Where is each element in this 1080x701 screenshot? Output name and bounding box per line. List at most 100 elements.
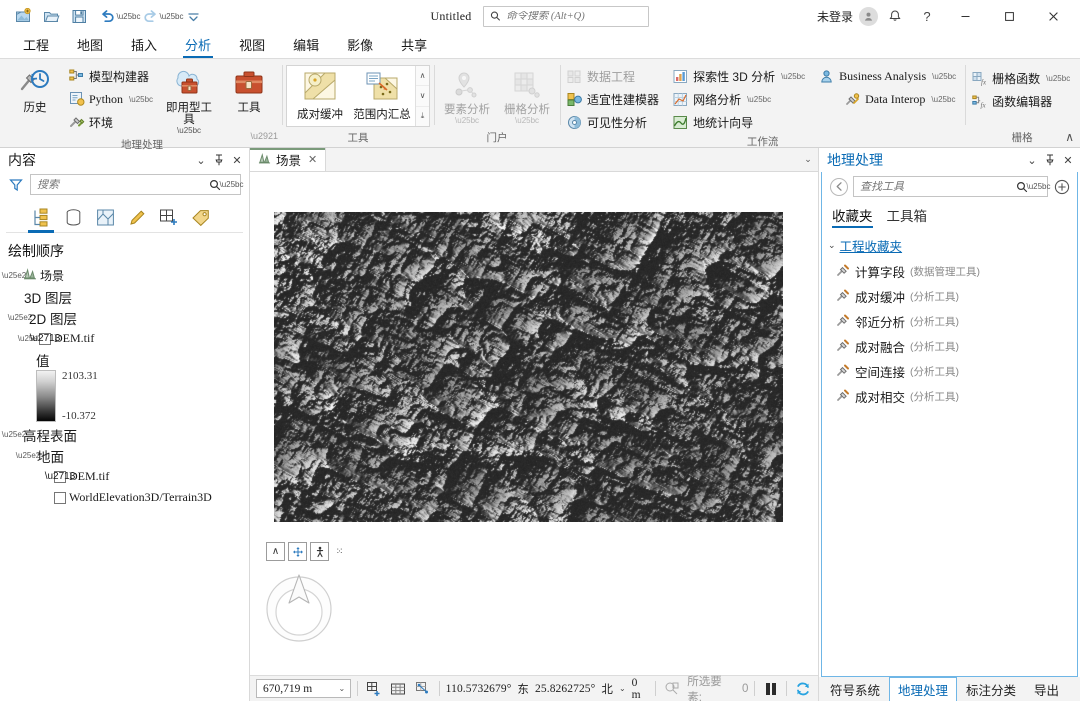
ribbon-tab-edit[interactable]: 编辑 (280, 33, 332, 58)
visibility-analysis-button[interactable]: 可见性分析 (564, 111, 664, 133)
summarize-within-button[interactable]: 范围内汇总 (351, 68, 413, 125)
view-tab-close-icon[interactable]: ✕ (308, 153, 317, 166)
close-button[interactable] (1032, 1, 1074, 31)
tools-button[interactable]: 工具 (220, 63, 278, 116)
feature-analysis-caret-icon[interactable]: \u25bc (455, 117, 479, 125)
navigator-compass[interactable] (262, 570, 336, 644)
contents-search-caret-icon[interactable]: \u25bc (219, 180, 243, 189)
notifications-icon[interactable] (880, 3, 910, 29)
gallery-expand-icon[interactable]: ⤓ (416, 105, 430, 126)
measure-icon[interactable] (414, 679, 433, 698)
contents-tab-labeling[interactable] (186, 205, 216, 232)
map-nav-more-icon[interactable]: ⁙ (332, 542, 346, 561)
map-nav-pan-button[interactable] (288, 542, 307, 561)
tool-item-pairwise-buffer[interactable]: 成对缓冲 (分析工具) (822, 284, 1077, 309)
geoprocessing-pane-close-icon[interactable]: ✕ (1060, 151, 1076, 169)
map-view[interactable]: ∧ ⁙ (250, 172, 818, 675)
geoprocessing-pane-pin-icon[interactable] (1042, 151, 1058, 169)
environments-button[interactable]: 环境 (66, 111, 158, 133)
tool-item-pairwise-intersect[interactable]: 成对相交 (分析工具) (822, 384, 1077, 409)
ready-to-use-tools-button[interactable]: 即用型工具 \u25bc (160, 63, 218, 136)
select-features-icon[interactable] (364, 679, 383, 698)
pause-drawing-button[interactable] (761, 679, 780, 698)
map-scale-caret-icon[interactable]: ⌄ (339, 684, 349, 693)
tree-item-2d-layers[interactable]: \u25e2 2D 图层 (6, 307, 249, 328)
save-project-icon[interactable] (66, 4, 92, 28)
geoprocessing-search-caret-icon[interactable]: \u25bc (1026, 182, 1050, 191)
python-caret-icon[interactable]: \u25bc (129, 95, 153, 104)
exploratory-3d-analysis-caret-icon[interactable]: \u25bc (781, 72, 805, 81)
expand-arrow-icon[interactable]: \u25e2 (16, 451, 40, 460)
raster-functions-caret-icon[interactable]: \u25bc (1046, 74, 1070, 83)
ribbon-tab-map[interactable]: 地图 (64, 33, 116, 58)
network-analysis-caret-icon[interactable]: \u25bc (747, 95, 771, 104)
minimize-button[interactable] (944, 1, 986, 31)
coordinate-format-caret-icon[interactable]: ⌄ (619, 684, 626, 693)
view-tab-scene[interactable]: 场景 ✕ (250, 148, 327, 171)
map-nav-walk-button[interactable] (310, 542, 329, 561)
layer-visibility-checkbox[interactable]: \u2713 (45, 470, 75, 483)
geostatistical-wizard-button[interactable]: 地统计向导 (670, 111, 810, 133)
tool-item-spatial-join[interactable]: 空间连接 (分析工具) (822, 359, 1077, 384)
ready-to-use-tools-caret-icon[interactable]: \u25bc (177, 127, 201, 135)
gallery-scrollbar[interactable]: ∧ ∨ ⤓ (415, 66, 430, 126)
pairwise-buffer-button[interactable]: 成对缓冲 (289, 68, 351, 125)
ribbon-tab-view[interactable]: 视图 (226, 33, 278, 58)
gp-tab-toolboxes[interactable]: 工具箱 (887, 205, 928, 228)
grid-icon[interactable] (389, 679, 408, 698)
geoprocessing-search-input[interactable] (860, 180, 1012, 193)
new-project-icon[interactable] (10, 4, 36, 28)
business-analysis-caret-icon[interactable]: \u25bc (932, 72, 956, 81)
ribbon-tab-imagery[interactable]: 影像 (334, 33, 386, 58)
command-search-input[interactable] (506, 10, 643, 22)
python-button[interactable]: Python \u25bc (66, 88, 158, 110)
add-toolbox-icon[interactable] (1053, 178, 1071, 196)
geoprocessing-search-box[interactable]: \u25bc (853, 176, 1051, 197)
tree-item-3d-layers[interactable]: 3D 图层 (6, 286, 249, 307)
tree-item-ground[interactable]: \u25e2 地面 (6, 445, 249, 466)
map-nav-up-button[interactable]: ∧ (266, 542, 285, 561)
open-project-icon[interactable] (38, 4, 64, 28)
customize-quick-access-icon[interactable] (180, 4, 206, 28)
exploratory-3d-analysis-button[interactable]: 探索性 3D 分析 \u25bc (670, 65, 810, 87)
business-analysis-button[interactable]: Business Analysis \u25bc (816, 65, 961, 87)
ribbon-tab-share[interactable]: 共享 (388, 33, 440, 58)
bottom-tab-geoprocessing[interactable]: 地理处理 (889, 677, 958, 701)
gallery-scroll-up-icon[interactable]: ∧ (416, 66, 429, 85)
contents-tab-snapping[interactable] (154, 205, 184, 232)
maximize-button[interactable] (988, 1, 1030, 31)
ribbon-collapse-icon[interactable]: ∧ (1065, 130, 1074, 144)
tool-item-calculate-field[interactable]: 计算字段 (数据管理工具) (822, 259, 1077, 284)
gallery-scroll-down-icon[interactable]: ∨ (416, 85, 430, 105)
contents-tab-selection[interactable] (90, 205, 120, 232)
contents-search-input[interactable] (37, 178, 205, 191)
tree-item-world-elevation[interactable]: WorldElevation3D/Terrain3D (6, 487, 249, 508)
map-scale-combobox[interactable]: 670,719 m ⌄ (256, 679, 352, 698)
ribbon-tab-analysis[interactable]: 分析 (172, 33, 224, 58)
tool-item-near[interactable]: 邻近分析 (分析工具) (822, 309, 1077, 334)
function-editor-button[interactable]: fx 函数编辑器 (969, 90, 1075, 112)
bottom-tab-export[interactable]: 导出 (1025, 677, 1068, 701)
dialog-launcher-icon[interactable]: \u2921 (251, 127, 279, 145)
tree-item-scene[interactable]: \u25e2 场景 (2, 265, 249, 286)
filter-funnel-icon[interactable] (6, 178, 26, 192)
contents-tab-editing[interactable] (122, 205, 152, 232)
bottom-tab-label-class[interactable]: 标注分类 (957, 677, 1025, 701)
command-search-box[interactable] (483, 5, 650, 27)
feature-analysis-button[interactable]: 要素分析 \u25bc (438, 65, 496, 126)
redo-dropdown-caret[interactable]: \u25bc (159, 4, 183, 28)
suitability-modeler-button[interactable]: 适宜性建模器 (564, 88, 664, 110)
expand-arrow-icon[interactable]: \u25e2 (2, 430, 26, 439)
raster-analysis-caret-icon[interactable]: \u25bc (515, 117, 539, 125)
data-engineering-button[interactable]: 数据工程 (564, 65, 664, 87)
geoprocessing-pane-menu-icon[interactable]: ⌄ (1024, 151, 1040, 169)
refresh-button[interactable] (793, 679, 812, 698)
model-builder-button[interactable]: 模型构建器 (66, 65, 158, 87)
expand-arrow-icon[interactable]: \u25e2 (8, 313, 32, 322)
tree-item-dem-2d[interactable]: \u25e2 \u2713 DEM.tif (6, 328, 249, 349)
gp-tab-favorites[interactable]: 收藏夹 (832, 205, 873, 228)
layer-visibility-checkbox[interactable] (54, 491, 66, 504)
network-analysis-button[interactable]: 网络分析 \u25bc (670, 88, 810, 110)
history-button[interactable]: 历史 (6, 63, 64, 116)
project-favorites-group[interactable]: ⌄ 工程收藏夹 (822, 234, 1077, 259)
